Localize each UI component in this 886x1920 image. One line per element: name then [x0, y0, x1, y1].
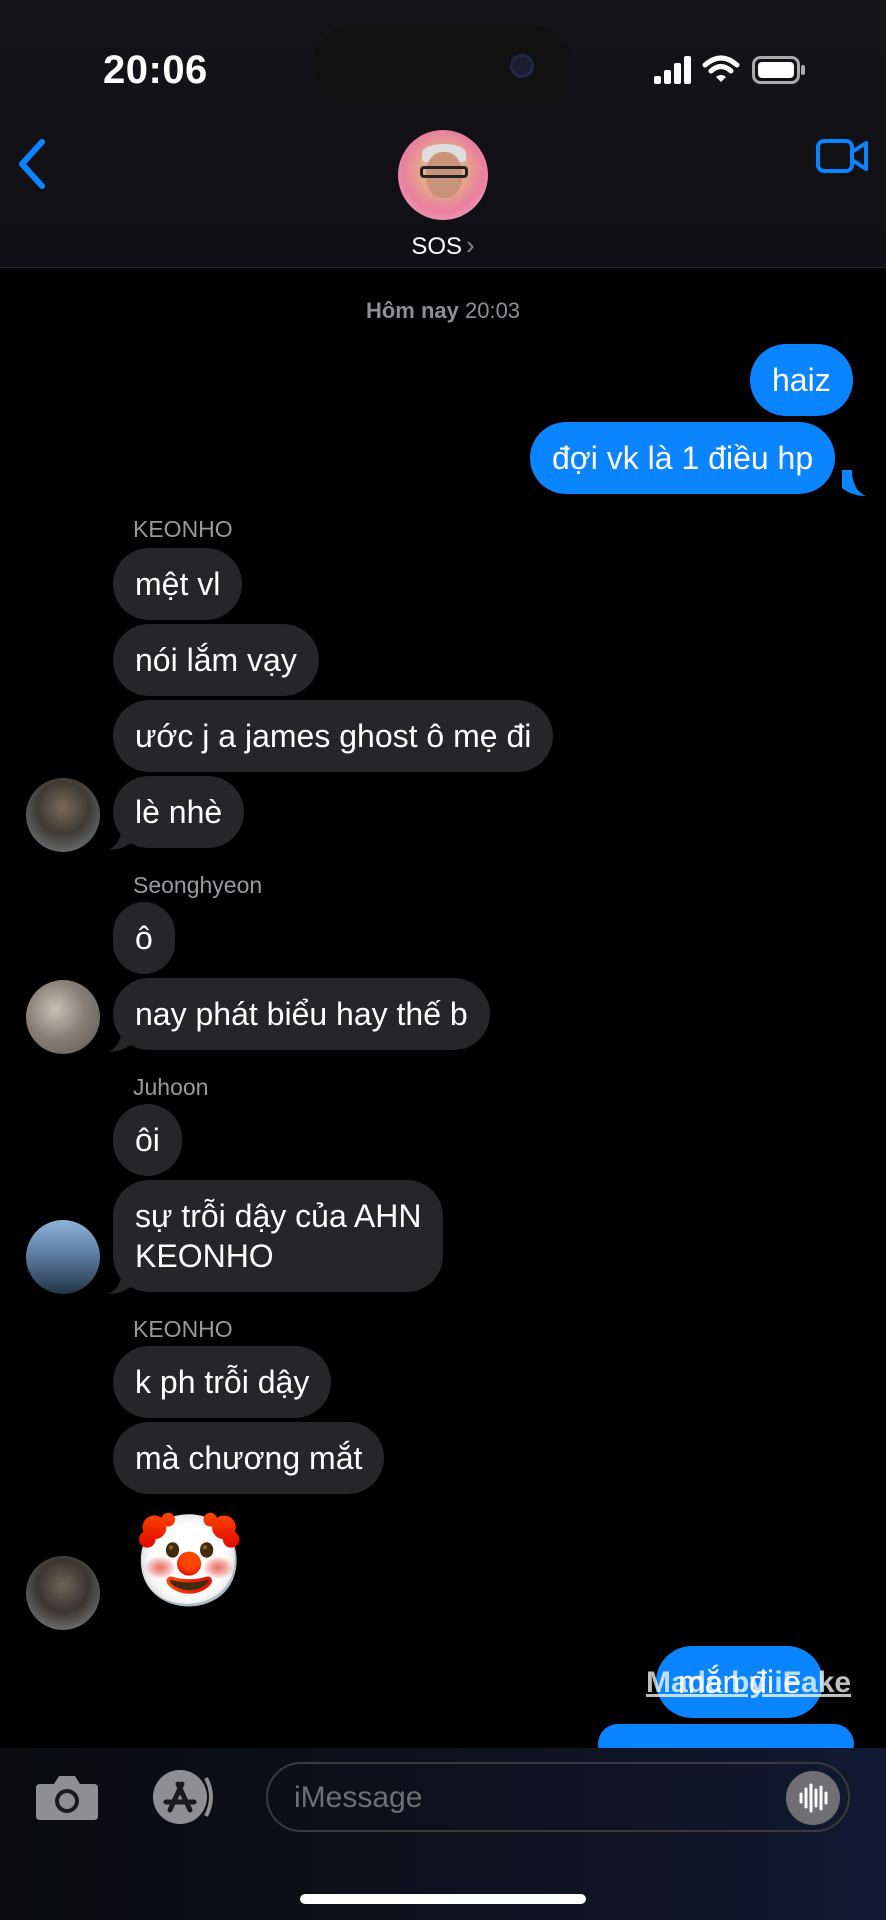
back-chevron-icon [19, 139, 45, 189]
wifi-icon [702, 55, 740, 82]
message-line: KEONHO [135, 1238, 274, 1274]
timestamp-day: Hôm nay [365, 298, 459, 323]
voice-message-button[interactable] [786, 1771, 840, 1825]
incoming-message[interactable]: sự trỗi dậy của AHN KEONHO [113, 1180, 444, 1292]
incoming-message[interactable]: ôi [113, 1104, 182, 1176]
camera-dot [510, 54, 534, 78]
app-store-icon[interactable] [146, 1768, 226, 1826]
sender-name: KEONHO [133, 516, 233, 542]
message-timestamp: Hôm nay 20:03 [0, 298, 886, 324]
avatar-glasses [420, 166, 468, 178]
group-avatar[interactable] [398, 130, 488, 220]
chevron-right-icon: › [466, 230, 475, 260]
incoming-message[interactable]: lè nhè [113, 776, 245, 848]
sender-name: KEONHO [133, 1316, 233, 1342]
video-camera-icon [816, 139, 868, 173]
bubble-tail [108, 1268, 132, 1294]
group-name: SOS [411, 233, 462, 260]
bubble-tail [108, 824, 132, 850]
incoming-message[interactable]: nay phát biểu hay thế b [113, 978, 490, 1050]
home-indicator [300, 1894, 586, 1904]
video-call-button[interactable] [815, 136, 870, 176]
bubble-tail [842, 470, 866, 496]
message-input-placeholder: iMessage [294, 1781, 423, 1814]
composer-bar: iMessage [0, 1748, 886, 1920]
sender-avatar[interactable] [26, 1556, 100, 1630]
incoming-message[interactable]: ô [113, 902, 175, 974]
sender-name: Seonghyeon [133, 872, 263, 898]
back-button[interactable] [14, 136, 54, 192]
sender-avatar[interactable] [26, 980, 100, 1054]
outgoing-message[interactable]: đợi vk là 1 điều hp [530, 422, 836, 494]
message-line: sự trỗi dậy của AHN [135, 1198, 422, 1234]
message-input[interactable]: iMessage [266, 1762, 850, 1832]
watermark: Made by iFake [646, 1666, 852, 1699]
bubble-tail [108, 1026, 132, 1052]
battery-icon [752, 56, 805, 84]
voice-waveform-icon [799, 1783, 828, 1813]
sender-avatar[interactable] [26, 778, 100, 852]
dynamic-island [312, 26, 572, 106]
camera-icon[interactable] [34, 1772, 100, 1822]
outgoing-message[interactable]: haiz [750, 344, 853, 416]
incoming-message[interactable]: mệt vl [113, 548, 243, 620]
timestamp-time: 20:03 [464, 298, 521, 323]
incoming-message[interactable]: k ph trỗi dậy [113, 1346, 332, 1418]
sender-avatar[interactable] [26, 1220, 100, 1294]
incoming-message[interactable]: ước j a james ghost ô mẹ đi [113, 700, 554, 772]
group-name-button[interactable]: SOS › [0, 230, 886, 261]
incoming-message[interactable]: nói lắm vạy [113, 624, 319, 696]
status-time: 20:06 [103, 48, 208, 92]
status-bar: 20:06 [0, 0, 886, 120]
incoming-message[interactable]: mà chương mắt [113, 1422, 385, 1494]
sender-name: Juhoon [133, 1074, 209, 1100]
cellular-signal-icon [654, 56, 691, 84]
clown-emoji-message[interactable]: 🤡 [133, 1512, 245, 1612]
